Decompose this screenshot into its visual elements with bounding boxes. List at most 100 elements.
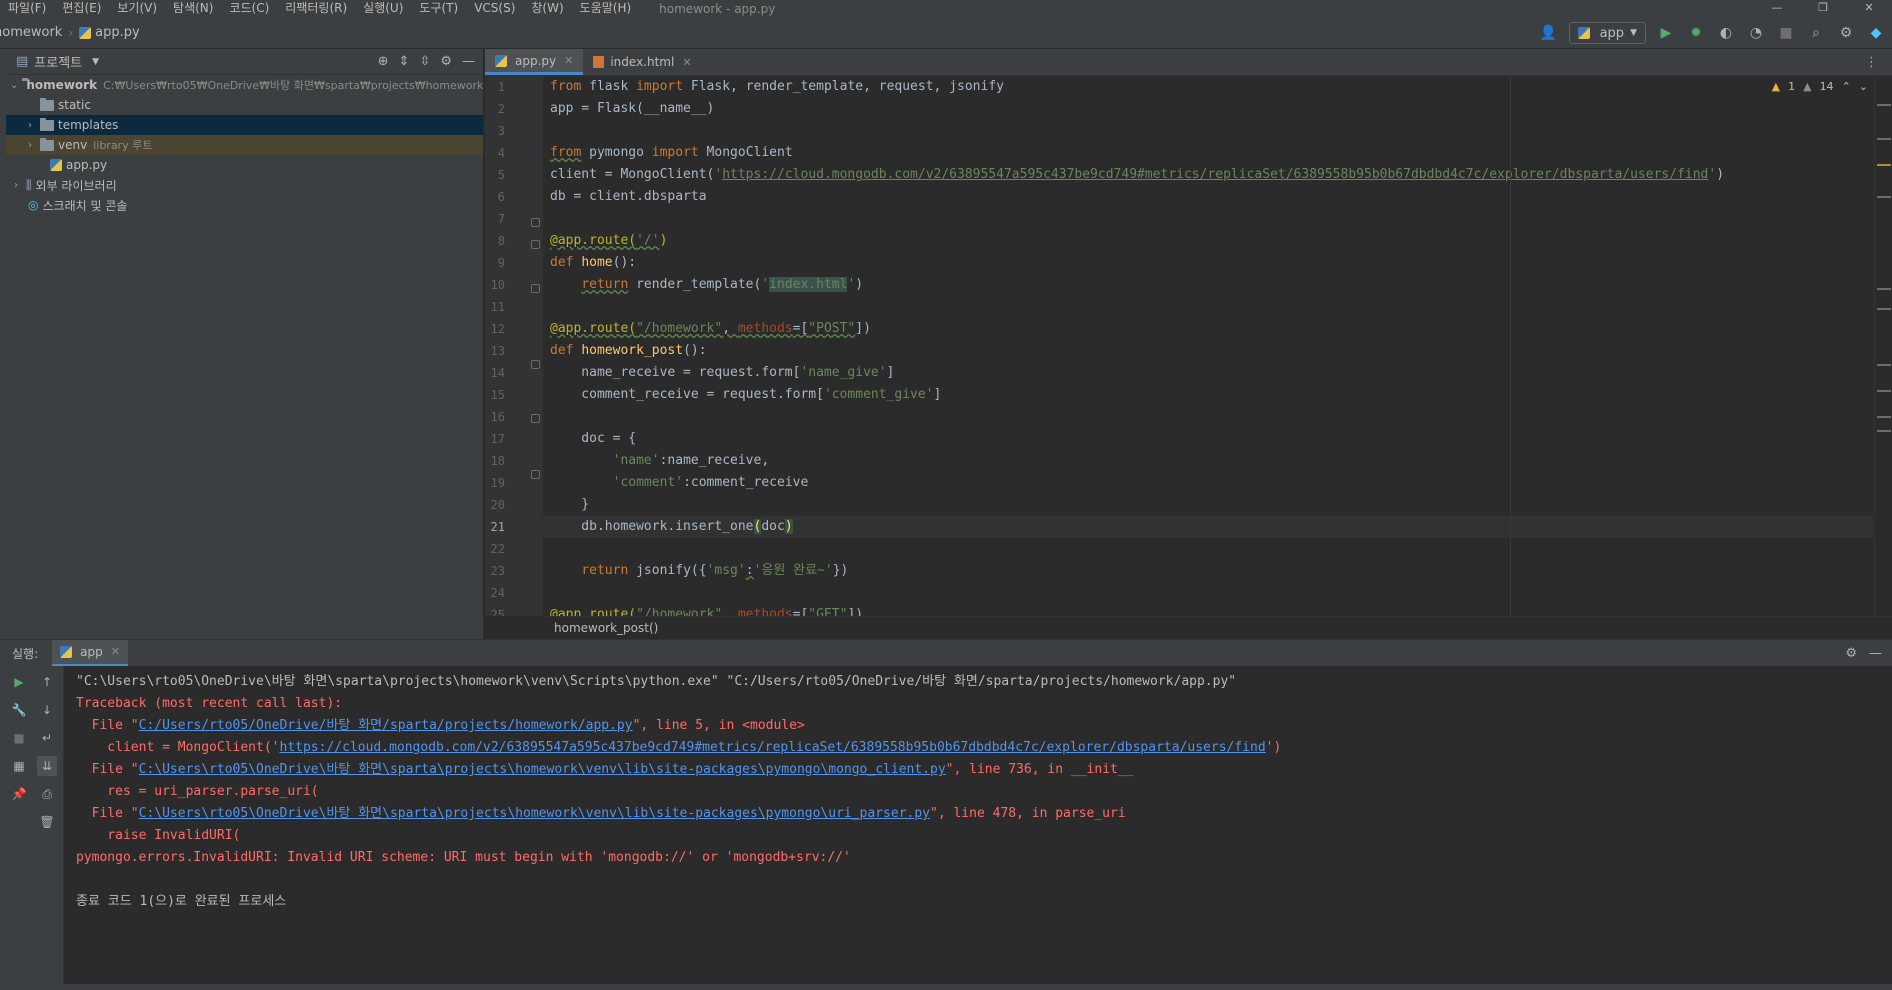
dropdown-arrow-icon: ▼ — [1630, 28, 1637, 38]
run-console[interactable]: "C:\Users\rto05\OneDrive\바탕 화면\sparta\pr… — [64, 666, 1892, 984]
fold-icon[interactable] — [531, 360, 540, 369]
chevron-up-icon[interactable]: ⌃ — [1842, 80, 1851, 93]
layout-icon[interactable]: ▦ — [9, 756, 29, 776]
expand-all-icon[interactable]: ⇕ — [399, 54, 410, 69]
fold-icon[interactable] — [531, 218, 540, 227]
hide-icon[interactable]: — — [462, 54, 475, 69]
run-tab-app[interactable]: app ✕ — [52, 639, 128, 667]
stop-icon[interactable]: ■ — [1776, 23, 1796, 43]
debug-icon[interactable]: ✹ — [1686, 23, 1706, 43]
console-url-link[interactable]: https://cloud.mongodb.com/v2/63895547a59… — [280, 740, 1266, 755]
inspection-widget[interactable]: ▲ 1 ▲ 14 ⌃ ⌄ — [1772, 80, 1868, 93]
collapse-all-icon[interactable]: ⇳ — [419, 54, 430, 69]
hide-icon[interactable]: — — [1869, 646, 1882, 661]
profile-icon[interactable]: ◔ — [1746, 23, 1766, 43]
user-icon[interactable]: 👤 — [1539, 23, 1559, 43]
code-line-20: } — [550, 497, 590, 512]
close-icon[interactable]: ✕ — [111, 645, 120, 658]
breadcrumb-file-label: app.py — [95, 25, 140, 40]
search-icon[interactable]: ⌕ — [1806, 23, 1826, 43]
console-exit-message: 종료 코드 1(으)로 완료된 프로세스 — [76, 894, 287, 909]
menu-help[interactable]: 도움말(H) — [572, 0, 640, 17]
fold-icon[interactable] — [531, 240, 540, 249]
scroll-to-end-icon[interactable]: ⇊ — [37, 756, 57, 776]
close-icon[interactable]: ✕ — [564, 54, 573, 67]
project-panel-title[interactable]: 프로젝트 — [34, 52, 82, 71]
breadcrumb-function[interactable]: homework_post() — [554, 621, 658, 635]
jetbrains-logo-icon[interactable]: ◆ — [1866, 23, 1886, 43]
code-editor[interactable]: from flask import Flask, render_template… — [543, 76, 1873, 616]
tree-item-templates[interactable]: › templates — [6, 115, 483, 135]
code-token: ]) — [855, 321, 871, 336]
tree-item-external-libraries[interactable]: › ⫼ 외부 라이브러리 — [6, 175, 483, 195]
stop-icon[interactable]: ■ — [9, 728, 29, 748]
editor-scrollbar[interactable] — [1874, 76, 1892, 616]
breadcrumb-project[interactable]: homework — [0, 25, 68, 40]
menu-run[interactable]: 실행(U) — [355, 0, 411, 17]
code-url-link[interactable]: https://cloud.mongodb.com/v2/63895547a59… — [722, 167, 1708, 182]
code-token: ] — [933, 387, 942, 402]
close-window-icon[interactable]: ✕ — [1846, 0, 1892, 17]
console-code-line: client = MongoClient('https://cloud.mong… — [76, 737, 1892, 759]
print-icon[interactable]: ⎙ — [37, 784, 57, 804]
tree-item-static[interactable]: static — [6, 95, 483, 115]
line-number: 1 — [497, 80, 505, 94]
pin-icon[interactable]: 📌 — [9, 784, 29, 804]
console-file-link[interactable]: C:\Users\rto05\OneDrive\바탕 화면\sparta\pro… — [139, 762, 946, 777]
scroll-marker — [1877, 308, 1891, 310]
locate-icon[interactable]: ⊕ — [378, 54, 389, 69]
menu-tools[interactable]: 도구(T) — [411, 0, 466, 17]
fold-icon[interactable] — [531, 284, 540, 293]
console-traceback-head: Traceback (most recent call last): — [76, 696, 343, 711]
soft-wrap-icon[interactable]: ↵ — [37, 728, 57, 748]
menu-view[interactable]: 보기(V) — [109, 0, 165, 17]
folder-icon — [40, 137, 54, 151]
tree-item-label: 스크래치 및 콘솔 — [42, 198, 128, 213]
restore-icon[interactable]: ❐ — [1800, 0, 1846, 17]
folder-icon — [40, 117, 54, 131]
minimize-icon[interactable]: — — [1754, 0, 1800, 17]
arrow-up-icon[interactable]: ↑ — [37, 672, 57, 692]
wrench-icon[interactable]: 🔧 — [9, 700, 29, 720]
tab-index-html[interactable]: index.html ✕ — [583, 49, 701, 75]
chevron-down-icon[interactable]: ⌄ — [1859, 80, 1868, 93]
menu-refactor[interactable]: 리팩터링(R) — [277, 0, 355, 17]
menu-navigate[interactable]: 탐색(N) — [165, 0, 221, 17]
menu-file[interactable]: 파일(F) — [0, 0, 54, 17]
rerun-icon[interactable]: ▶ — [9, 672, 29, 692]
code-token: home — [581, 255, 613, 270]
close-icon[interactable]: ✕ — [682, 56, 691, 69]
tree-root-homework[interactable]: ⌄ homework C:₩Users₩rto05₩OneDrive₩바탕 화면… — [6, 75, 483, 95]
menu-window[interactable]: 창(W) — [523, 0, 571, 17]
arrow-down-icon[interactable]: ↓ — [37, 700, 57, 720]
console-file-link[interactable]: C:/Users/rto05/OneDrive/바탕 화면/sparta/pro… — [139, 718, 633, 733]
more-tabs-icon[interactable]: ⋮ — [1865, 55, 1892, 70]
chevron-right-icon[interactable]: › — [24, 120, 36, 131]
fold-icon[interactable] — [531, 414, 540, 423]
chevron-down-icon[interactable]: ▼ — [92, 57, 99, 67]
code-token: '/' — [636, 233, 660, 248]
run-config-selector[interactable]: app ▼ — [1568, 22, 1646, 44]
code-token: =[ — [792, 607, 809, 616]
chevron-right-icon[interactable]: › — [10, 180, 22, 191]
menu-vcs[interactable]: VCS(S) — [466, 0, 523, 17]
tab-app-py[interactable]: app.py ✕ — [485, 49, 584, 75]
menu-edit[interactable]: 편집(E) — [54, 0, 109, 17]
code-token: comment_receive = request.form[ — [550, 387, 824, 402]
breadcrumb-file[interactable]: app.py — [73, 25, 146, 40]
settings-icon[interactable]: ⚙ — [1836, 23, 1856, 43]
gear-icon[interactable]: ⚙ — [440, 54, 452, 69]
line-number: 2 — [497, 102, 505, 116]
tree-item-venv[interactable]: › venv library 루트 — [6, 135, 483, 155]
tree-item-app-py[interactable]: app.py — [6, 155, 483, 175]
console-file-link[interactable]: C:\Users\rto05\OneDrive\바탕 화면\sparta\pro… — [139, 806, 930, 821]
coverage-icon[interactable]: ◐ — [1716, 23, 1736, 43]
chevron-right-icon[interactable]: › — [24, 140, 36, 151]
tree-item-scratches[interactable]: ◎ 스크래치 및 콘솔 — [6, 195, 483, 215]
fold-icon[interactable] — [531, 470, 540, 479]
run-icon[interactable]: ▶ — [1656, 23, 1676, 43]
trash-icon[interactable]: 🗑 — [37, 812, 57, 832]
gear-icon[interactable]: ⚙ — [1845, 646, 1857, 661]
menu-code[interactable]: 코드(C) — [221, 0, 277, 17]
chevron-down-icon[interactable]: ⌄ — [10, 80, 18, 91]
